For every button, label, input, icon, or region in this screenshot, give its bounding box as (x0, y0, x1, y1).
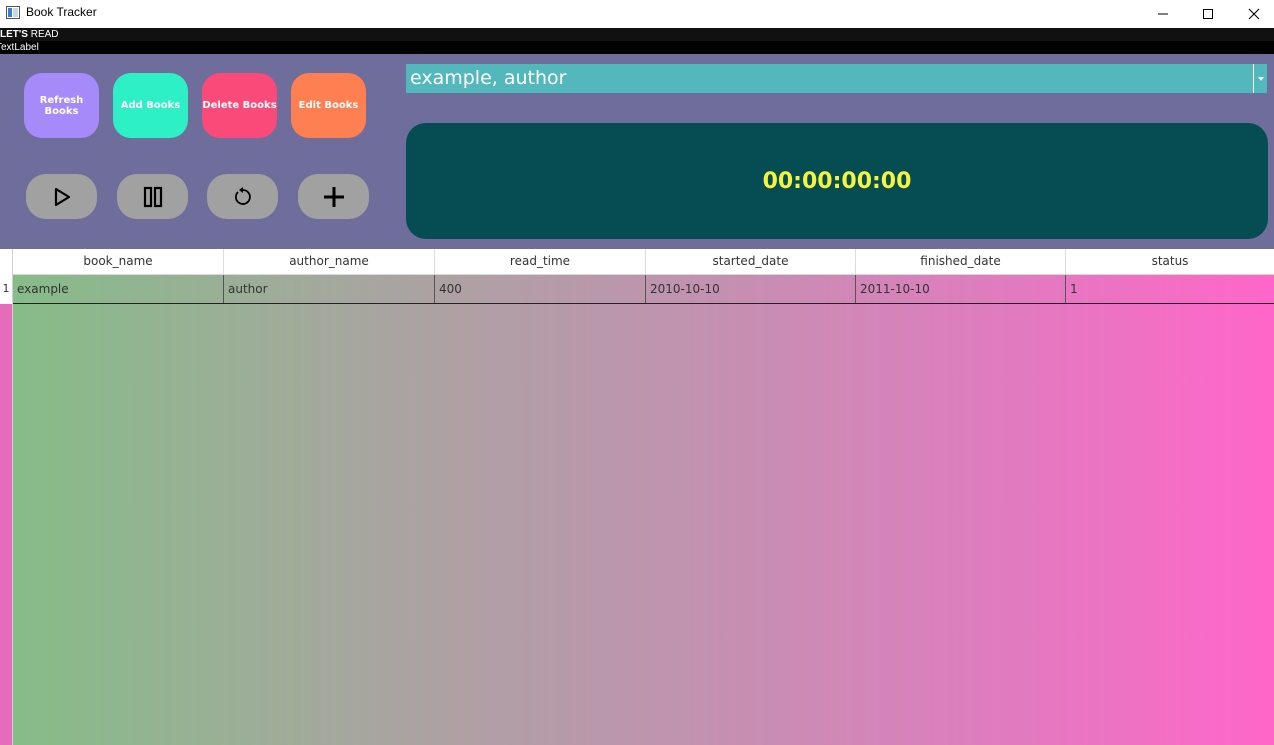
edit-books-button[interactable]: Edit Books (291, 73, 366, 138)
cell-read-time[interactable]: 400 (435, 275, 646, 303)
pause-button[interactable] (117, 174, 188, 219)
row-number[interactable]: 1 (0, 275, 12, 303)
close-icon (1248, 8, 1260, 19)
plus-icon (323, 186, 344, 207)
pause-icon (143, 186, 162, 207)
book-select-value: example, author (410, 67, 567, 89)
refresh-books-button[interactable]: Refresh Books (24, 73, 99, 138)
column-header-author-name[interactable]: author_name (224, 249, 435, 274)
minimize-icon (1158, 13, 1168, 14)
textlabel-strip (0, 41, 1274, 54)
table-header: book_name author_name read_time started_… (13, 249, 1274, 275)
minimize-button[interactable] (1140, 0, 1186, 27)
maximize-button[interactable] (1185, 0, 1231, 27)
lets-label: LET'S (0, 29, 28, 40)
app-icon (6, 6, 20, 19)
cell-finished-date[interactable]: 2011-10-10 (856, 275, 1066, 303)
cell-author-name[interactable]: author (224, 275, 435, 303)
column-header-book-name[interactable]: book_name (13, 249, 224, 274)
window-title: Book Tracker (26, 5, 97, 19)
title-bar[interactable]: Book Tracker (0, 0, 1274, 27)
column-header-started-date[interactable]: started_date (646, 249, 856, 274)
cell-book-name[interactable]: example (13, 275, 224, 303)
timer-value: 00:00:00:00 (762, 168, 912, 194)
dropdown-arrow[interactable] (1253, 64, 1267, 93)
text-label: TextLabel (0, 42, 39, 53)
close-button[interactable] (1231, 0, 1274, 27)
maximize-icon (1203, 8, 1213, 19)
play-icon (54, 187, 70, 206)
table-row[interactable]: example author 400 2010-10-10 2011-10-10… (13, 275, 1274, 304)
play-button[interactable] (26, 174, 97, 219)
add-books-button[interactable]: Add Books (113, 73, 188, 138)
read-label: READ (27, 29, 59, 40)
cell-started-date[interactable]: 2010-10-10 (646, 275, 856, 303)
reset-icon (234, 186, 251, 205)
add-button[interactable] (298, 174, 369, 219)
column-header-read-time[interactable]: read_time (435, 249, 646, 274)
row-header-column (0, 249, 13, 745)
column-header-finished-date[interactable]: finished_date (856, 249, 1066, 274)
cell-status[interactable]: 1 (1066, 275, 1274, 303)
column-header-status[interactable]: status (1066, 249, 1274, 274)
book-select-dropdown[interactable]: example, author (406, 64, 1267, 93)
app-window: Book Tracker LET'S READ TextLabel Refres… (0, 0, 1274, 745)
chevron-down-icon (1257, 76, 1264, 81)
delete-books-button[interactable]: Delete Books (202, 73, 277, 138)
books-table[interactable] (0, 249, 1274, 745)
reset-button[interactable] (207, 174, 278, 219)
lets-read-label: LET'S READ (0, 28, 59, 41)
timer-display: 00:00:00:00 (406, 123, 1268, 239)
